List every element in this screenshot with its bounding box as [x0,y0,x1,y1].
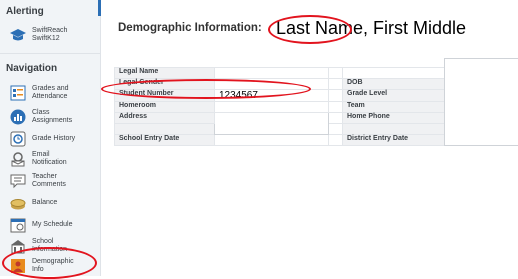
legal-name-value [215,68,329,79]
sidebar-item-label: Balance [32,199,57,207]
comments-icon [10,173,26,189]
divider [0,53,100,54]
balance-icon [10,195,26,211]
assignments-icon [10,109,26,125]
sidebar-item-balance[interactable]: Balance [10,192,57,214]
annotation-circle-name [268,15,352,44]
sidebar-item-label: Class Assignments [32,109,72,125]
annotation-circle-student-number [101,79,311,99]
schedule-icon [10,217,26,233]
address-value [215,113,329,135]
student-photo [445,59,518,146]
sidebar-item-teacher-comments[interactable]: Teacher Comments [10,170,66,192]
sidebar-item-label: Grade History [32,135,75,143]
home-phone-label: Home Phone [343,113,445,124]
sidebar-item-class-assignments[interactable]: Class Assignments [10,106,72,128]
sidebar-item-label: SwiftReach SwiftK12 [32,27,67,43]
navigation-heading: Navigation [6,63,57,74]
graduation-cap-icon [10,27,26,43]
grade-level-label: Grade Level [343,90,445,102]
sidebar-item-label: Grades and Attendance [32,85,69,101]
sidebar-item-grades-attendance[interactable]: Grades and Attendance [10,82,69,104]
team-label: Team [343,102,445,113]
demographics-table: Legal Name Legal Gender DOB Student Numb… [114,58,518,146]
alerting-heading: Alerting [6,6,44,17]
homeroom-label: Homeroom [115,102,215,113]
school-entry-date-label: School Entry Date [115,135,215,146]
history-icon [10,131,26,147]
sidebar-item-label: My Schedule [32,221,72,229]
email-icon [10,151,26,167]
sidebar-item-grade-history[interactable]: Grade History [10,128,75,150]
annotation-circle-demographic-info [2,247,97,279]
sidebar-item-my-schedule[interactable]: My Schedule [10,214,72,236]
district-entry-date-label: District Entry Date [343,135,445,146]
address-label: Address [115,113,215,124]
dob-label: DOB [343,79,445,90]
sidebar: Alerting SwiftReach SwiftK12 Navigation … [0,0,101,276]
sidebar-item-swiftreach[interactable]: SwiftReach SwiftK12 [10,24,67,46]
legal-name-label: Legal Name [115,68,215,79]
collapse-handle[interactable] [98,0,101,16]
sidebar-item-label: Email Notification [32,151,67,167]
grades-icon [10,85,26,101]
sidebar-item-label: Teacher Comments [32,173,66,189]
sidebar-item-email-notification[interactable]: Email Notification [10,148,67,170]
page-title: Demographic Information: [118,22,262,34]
